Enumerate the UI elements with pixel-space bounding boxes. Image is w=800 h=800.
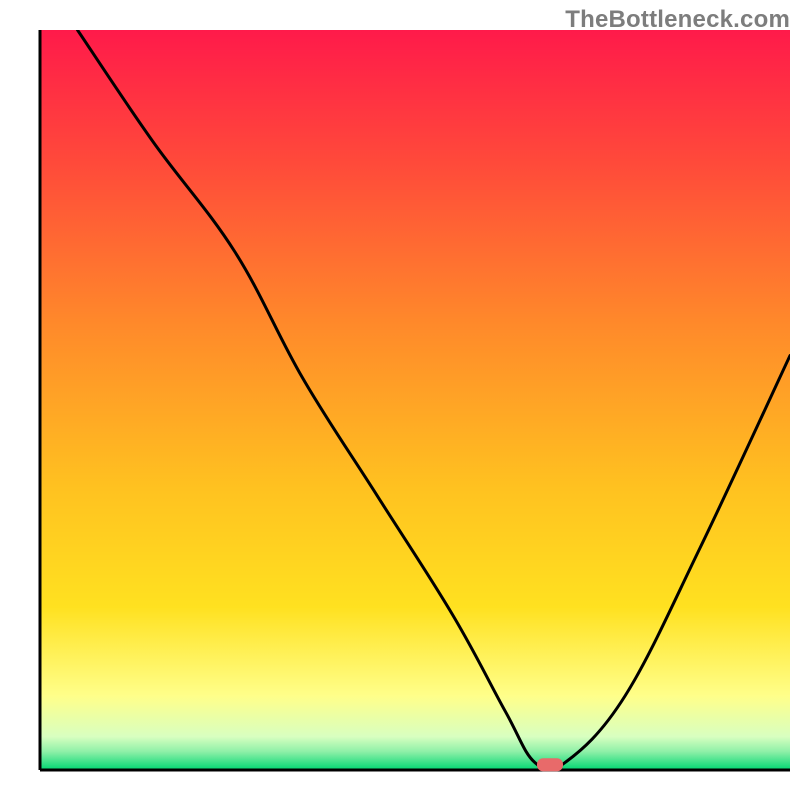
- chart-svg: [0, 0, 800, 800]
- bottleneck-chart: TheBottleneck.com: [0, 0, 800, 800]
- optimal-marker: [537, 758, 563, 771]
- watermark-text: TheBottleneck.com: [565, 6, 790, 34]
